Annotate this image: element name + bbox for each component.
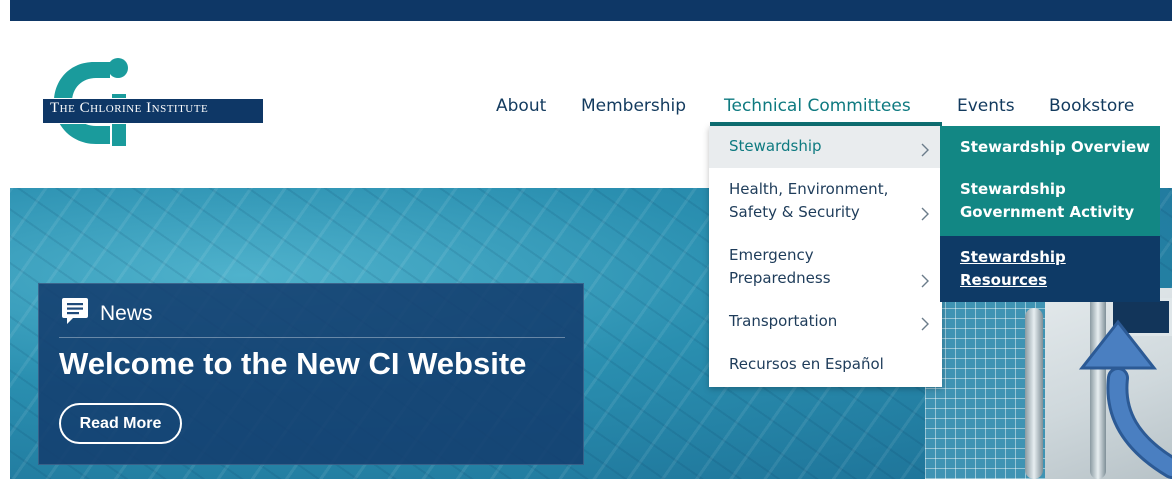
news-headline[interactable]: Welcome to the New CI Website <box>59 346 526 382</box>
top-bar <box>10 0 1172 21</box>
nav-membership[interactable]: Membership <box>581 96 686 116</box>
submenu-item-label: Government Activity <box>960 203 1135 221</box>
dropdown-item-label: Preparedness <box>729 269 831 287</box>
news-divider <box>59 337 565 338</box>
news-card: News Welcome to the New CI Website Read … <box>38 283 584 465</box>
nav-technical-committees[interactable]: Technical Committees <box>724 96 911 116</box>
dropdown-item-recursos-en-espanol[interactable]: Recursos en Español <box>709 353 942 383</box>
submenu-item-government-activity[interactable]: Stewardship Government Activity <box>940 178 1160 236</box>
submenu-item-label: Resources <box>960 271 1048 289</box>
news-document-icon <box>62 298 88 324</box>
read-more-button[interactable]: Read More <box>59 403 182 444</box>
technical-committees-dropdown: Stewardship Health, Environment, Safety … <box>709 126 942 387</box>
submenu-item-stewardship-resources[interactable]: Stewardship Resources <box>940 236 1160 302</box>
dropdown-item-label: Stewardship <box>729 137 822 155</box>
dropdown-item-label: Recursos en Español <box>729 355 884 373</box>
submenu-item-label: Stewardship Overview <box>960 138 1151 156</box>
chevron-right-icon <box>920 207 930 221</box>
chevron-right-icon <box>920 143 930 157</box>
nav-events[interactable]: Events <box>957 96 1015 116</box>
chevron-right-icon <box>920 274 930 288</box>
news-label: News <box>100 302 153 325</box>
nav-about[interactable]: About <box>496 96 546 116</box>
chevron-right-icon <box>920 317 930 331</box>
annotation-arrow-icon <box>1078 319 1172 479</box>
submenu-item-label: Stewardship <box>960 180 1066 198</box>
dropdown-item-health-environment[interactable]: Health, Environment, Safety & Security <box>709 178 942 234</box>
dropdown-item-label: Transportation <box>729 312 838 330</box>
dropdown-item-stewardship[interactable]: Stewardship <box>709 126 942 168</box>
nav-bookstore[interactable]: Bookstore <box>1049 96 1134 116</box>
dropdown-item-emergency-preparedness[interactable]: Emergency Preparedness <box>709 244 942 300</box>
dropdown-item-label: Safety & Security <box>729 203 860 221</box>
submenu-item-label: Stewardship <box>960 248 1066 266</box>
dropdown-item-label: Emergency <box>729 246 814 264</box>
logo-wordmark: The Chlorine Institute <box>50 100 209 116</box>
dropdown-item-transportation[interactable]: Transportation <box>709 310 942 340</box>
dropdown-item-label: Health, Environment, <box>729 180 889 198</box>
chlorine-institute-logo[interactable]: The Chlorine Institute <box>40 52 265 152</box>
pool-ladder-rail <box>1025 308 1043 479</box>
submenu-item-stewardship-overview[interactable]: Stewardship Overview <box>940 126 1160 168</box>
stewardship-submenu: Stewardship Overview Stewardship Governm… <box>940 126 1160 302</box>
